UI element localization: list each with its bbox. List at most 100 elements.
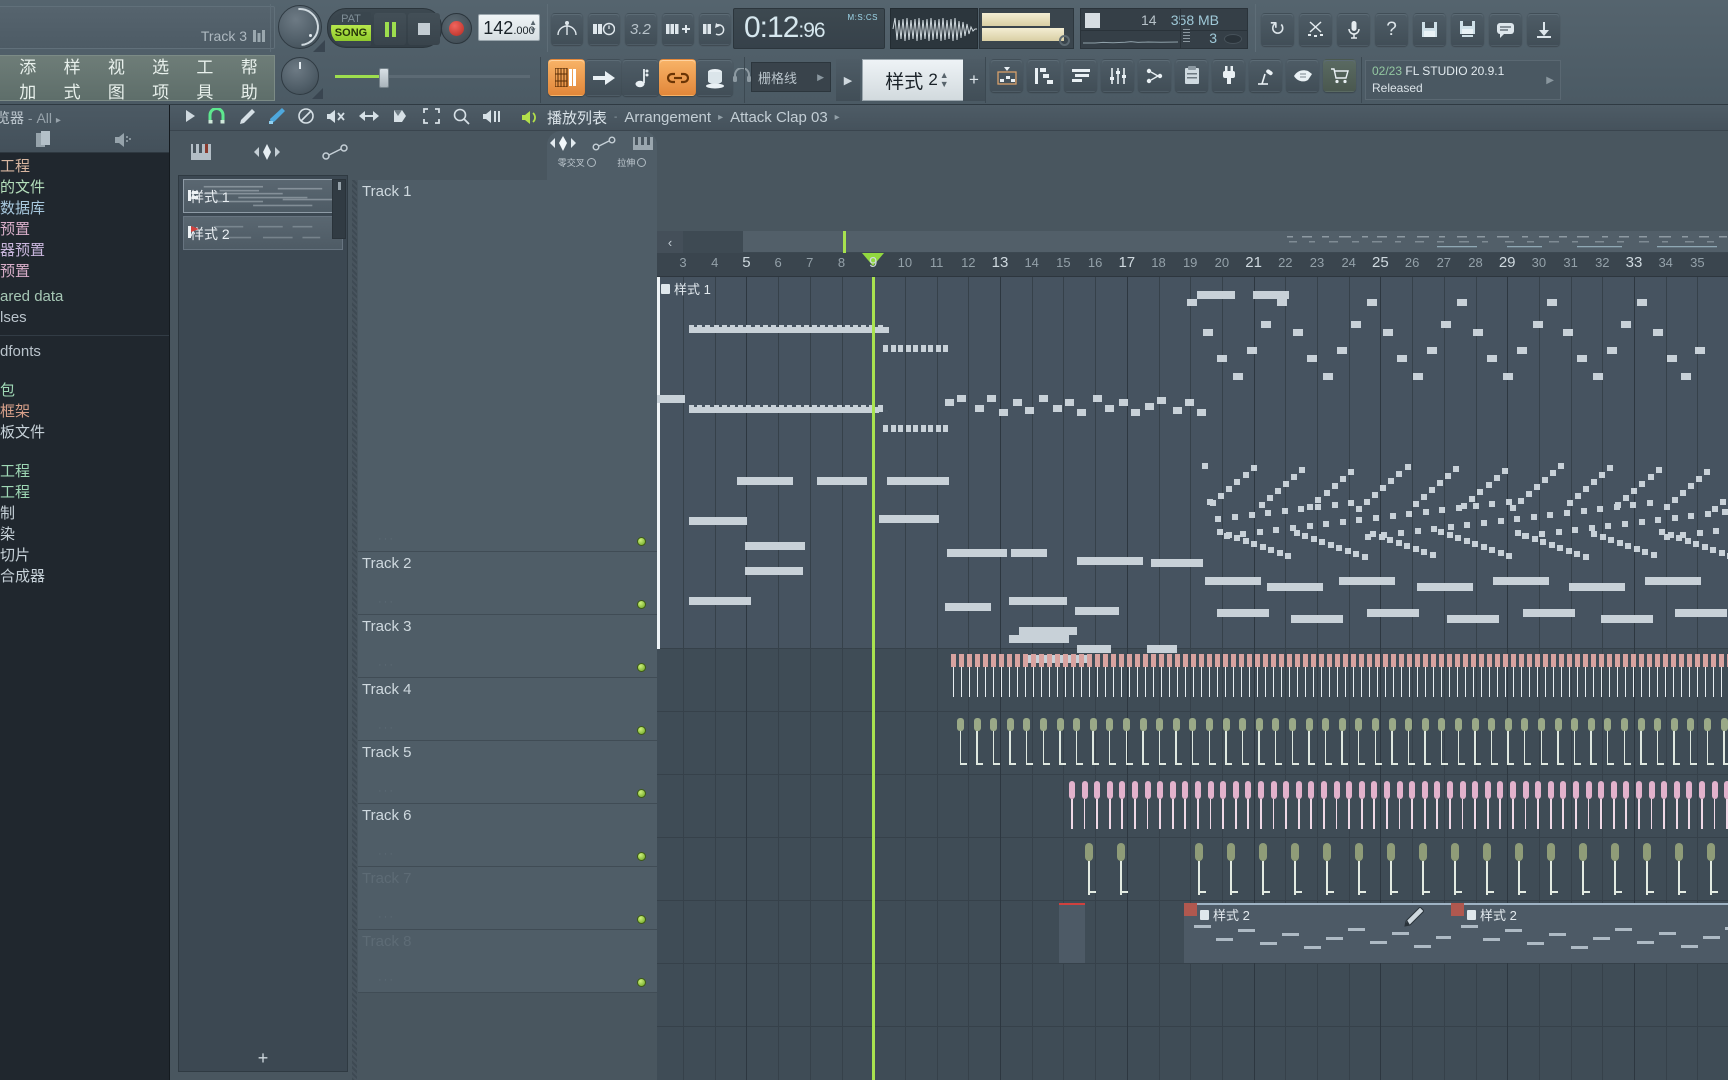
track3-hit[interactable] [1604,718,1612,731]
note-block[interactable] [1293,329,1303,336]
note-block[interactable] [1497,518,1504,524]
undo-icon[interactable]: ↻ [1261,13,1294,46]
track4-hit[interactable] [1472,781,1479,799]
note-block[interactable] [1256,529,1263,535]
note-block[interactable] [1704,469,1711,475]
wait-for-input-icon[interactable] [588,13,620,45]
note-block[interactable] [1203,329,1213,336]
shop-icon[interactable] [1323,59,1356,92]
track4-hit[interactable] [1132,781,1138,799]
note-block[interactable] [1623,495,1630,501]
track4-hit[interactable] [1232,781,1239,799]
chat-icon[interactable] [1489,13,1522,46]
note-block[interactable] [1438,529,1444,535]
timeline-back-button[interactable]: ‹ [657,231,683,253]
track-header-4[interactable]: Track 4 ··· [358,678,657,741]
note-block[interactable] [1445,473,1451,479]
note-block[interactable] [1534,484,1541,490]
browser-files-icon[interactable] [36,131,52,152]
note-block[interactable] [1207,499,1213,505]
track3-hit[interactable] [1040,718,1047,731]
track4-hit[interactable] [1434,781,1441,799]
track2-hit[interactable] [999,654,1004,667]
note-block[interactable] [1105,405,1114,412]
track5-hit[interactable] [1085,843,1093,861]
note-block[interactable] [689,325,694,332]
track2-hit[interactable] [1095,654,1100,667]
menu-bar[interactable]: 编辑 添加 样式 视图 选项 工具 帮助 [0,55,275,102]
track-options-2[interactable]: ··· [378,596,395,608]
help-icon[interactable]: ? [1375,13,1408,46]
track2-hit[interactable] [1535,654,1540,667]
track-headers-grip[interactable] [352,180,357,1080]
browser-item[interactable]: 的文件 [0,178,169,199]
track-header-7[interactable]: Track 7 ··· [358,867,657,930]
note-block[interactable] [890,425,896,432]
track5-hit[interactable] [1579,843,1587,861]
note-block[interactable] [1339,519,1346,525]
note-block[interactable] [1240,531,1247,537]
note-block[interactable] [1630,502,1637,508]
note-block[interactable] [697,405,703,412]
note-block[interactable] [787,405,793,412]
track4-hit[interactable] [1371,781,1378,799]
note-block[interactable] [1469,496,1476,502]
pattern-row-2[interactable]: 样式 2 [183,216,343,250]
note-block[interactable] [1671,515,1678,521]
track5-hit[interactable] [1547,843,1555,861]
master-volume-slider[interactable] [335,68,530,88]
note-block[interactable] [1712,506,1719,512]
note-block[interactable] [803,325,809,332]
track2-hit[interactable] [1583,654,1588,667]
note-block[interactable] [853,405,858,412]
track3-hit[interactable] [990,718,998,731]
note-block[interactable] [945,399,954,406]
note-block[interactable] [1337,347,1347,354]
note-block[interactable] [1659,529,1665,535]
track2-hit[interactable] [1671,654,1676,667]
note-block[interactable] [1145,403,1154,410]
track4-hit[interactable] [1169,781,1176,799]
note-block[interactable] [1489,501,1496,507]
playlist-track-row-7[interactable] [657,964,1728,1027]
browser-item[interactable]: 数据库 [0,199,169,220]
track3-hit[interactable] [1388,718,1396,731]
note-block[interactable] [1267,583,1323,591]
note-block[interactable] [1509,505,1516,511]
note-block[interactable] [1367,609,1419,617]
note-block[interactable] [877,325,883,332]
note-block[interactable] [1563,329,1573,336]
note-block[interactable] [1323,373,1333,380]
note-block[interactable] [1607,465,1613,471]
track-header-3[interactable]: Track 3 ··· [358,615,657,678]
note-block[interactable] [1283,481,1289,487]
note-block[interactable] [697,325,703,332]
track2-hit[interactable] [1591,654,1596,667]
note-block[interactable] [1268,547,1274,553]
track4-hit[interactable] [1119,781,1126,799]
note-block[interactable] [1514,530,1521,536]
note-block[interactable] [1647,474,1654,480]
note-block[interactable] [803,405,809,412]
note-block[interactable] [1075,607,1119,615]
note-block[interactable] [1253,291,1289,299]
note-block[interactable] [1557,545,1563,551]
track3-hit[interactable] [1571,718,1579,731]
track2-hit[interactable] [1447,654,1452,667]
note-block[interactable] [905,345,911,352]
track4-hit[interactable] [1421,781,1428,799]
note-block[interactable] [1234,479,1241,485]
note-block[interactable] [1601,615,1653,623]
note-block[interactable] [1157,397,1166,404]
step-edit-icon[interactable] [662,13,694,45]
arrangement-name[interactable]: Arrangement [624,109,711,126]
track2-hit[interactable] [1647,654,1652,667]
play-arrow-icon[interactable] [186,110,195,125]
track2-hit[interactable] [1655,654,1660,667]
note-block[interactable] [1693,541,1699,547]
note-block[interactable] [817,477,867,485]
note-block[interactable] [721,325,727,332]
note-block[interactable] [1356,517,1363,523]
audio-clip-icon[interactable] [254,143,280,163]
note-block[interactable] [1667,532,1674,538]
